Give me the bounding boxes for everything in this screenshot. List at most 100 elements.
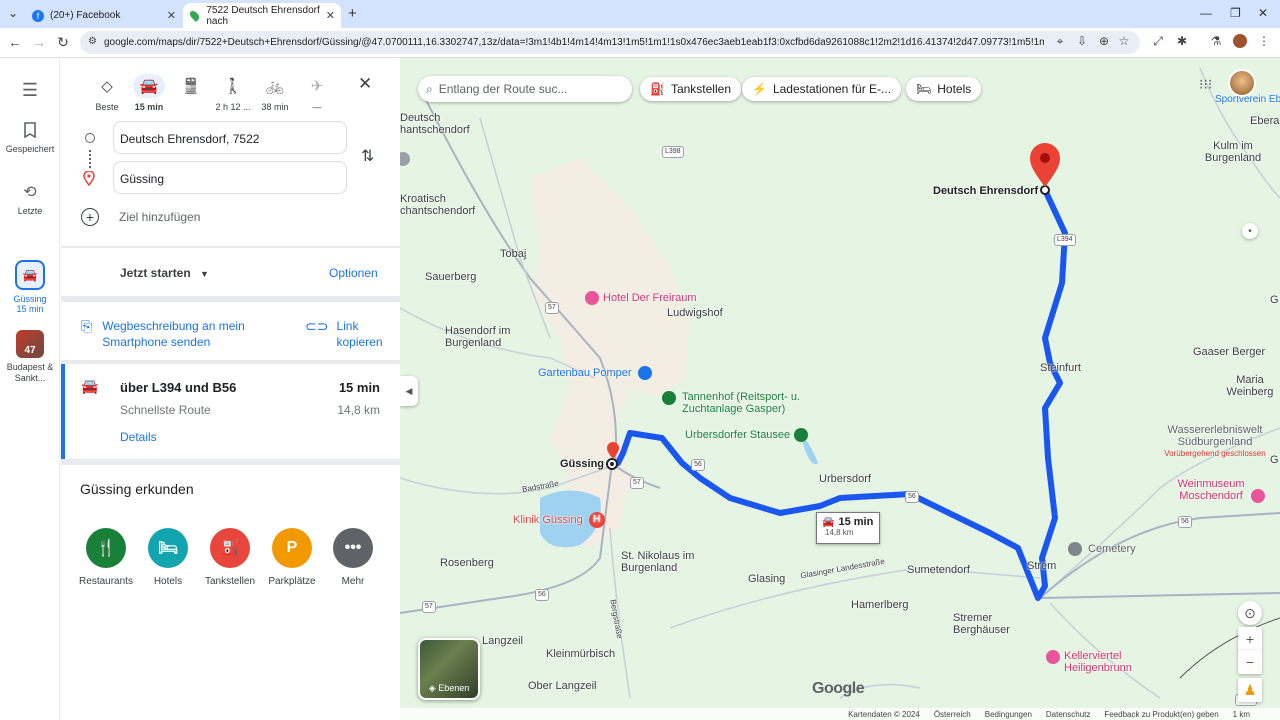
explore-parkplätze[interactable]: P Parkplätze [262, 528, 322, 587]
browser-tab-facebook[interactable]: f (20+) Facebook ✕ [24, 3, 182, 28]
chip-ev-charging[interactable]: ⚡ Ladestationen für E-... [742, 77, 902, 101]
reload-icon[interactable]: ↻ [54, 34, 72, 51]
recent-button[interactable]: ⟲ Letzte [0, 182, 60, 216]
travel-mode-diamond-route[interactable]: ◇ Beste [87, 74, 127, 112]
place-label[interactable]: Steinfurt [1040, 362, 1081, 374]
place-label[interactable]: Deutsch hantschendorf [400, 112, 475, 136]
destination-input[interactable]: Güssing [113, 161, 347, 194]
travel-mode-walk[interactable]: 🚶 2 h 12 ... [213, 74, 253, 112]
layers-button[interactable]: ◈ Ebenen [418, 638, 480, 700]
place-label[interactable]: Kulm im Burgenland [1198, 140, 1268, 164]
zoom-out-button[interactable]: − [1238, 650, 1262, 674]
place-label[interactable]: Stremer Berghäuser [953, 612, 1023, 636]
place-label[interactable]: Sumetendorf [907, 564, 970, 576]
feedback-link[interactable]: Feedback zu Produkt(en) geben [1104, 710, 1218, 719]
place-label[interactable]: Hamerlberg [851, 599, 908, 611]
place-label[interactable]: Maria Weinberg [1220, 374, 1280, 398]
options-link[interactable]: Optionen [329, 266, 378, 280]
install-icon[interactable]: ⇩ [1074, 34, 1090, 48]
travel-mode-transit[interactable]: 🚆 [171, 74, 211, 102]
chip-gas-stations[interactable]: ⛽ Tankstellen [640, 77, 741, 101]
map-canvas[interactable]: ⌕ Entlang der Route suc... ⛽ Tankstellen … [400, 58, 1280, 720]
location-icon[interactable]: ⌖ [1052, 34, 1068, 49]
zoom-in-button[interactable]: + [1238, 627, 1262, 651]
poi-kellerviertel[interactable]: Kellerviertel Heiligenbrunn [1046, 650, 1154, 674]
place-label[interactable]: G [1270, 454, 1279, 466]
poi-klinik[interactable]: Klinik Güssing H [513, 512, 605, 528]
country-link[interactable]: Österreich [934, 710, 971, 719]
poi-gartenbau[interactable]: Gartenbau Pomper [538, 366, 652, 380]
place-label[interactable]: Strem [1027, 560, 1056, 572]
place-label[interactable]: Güssing [560, 458, 604, 470]
saved-button[interactable]: Gespeichert [0, 122, 60, 154]
bookmark-star-icon[interactable]: ☆ [1116, 34, 1132, 48]
place-label[interactable]: Ludwigshof [667, 307, 723, 319]
poi-hotel[interactable]: Hotel Der Freiraum [585, 291, 697, 305]
back-icon[interactable]: ← [6, 34, 24, 50]
explore-restaurants[interactable]: 🍴 Restaurants [76, 528, 136, 587]
place-label[interactable]: Langzeil [482, 635, 523, 647]
pegman-icon[interactable]: ♟ [1238, 678, 1262, 702]
place-label[interactable]: Kleinmürbisch [546, 648, 615, 660]
travel-mode-flight[interactable]: ✈ — [297, 74, 337, 112]
destination-map-pin-icon[interactable] [1028, 142, 1062, 188]
tab-search-icon[interactable]: ⌄ [8, 6, 18, 20]
terms-link[interactable]: Bedingungen [985, 710, 1032, 719]
scale-bar[interactable]: 1 km [1233, 710, 1250, 719]
origin-input[interactable]: Deutsch Ehrensdorf, 7522 [113, 121, 347, 154]
place-label[interactable]: Ebera [1250, 115, 1279, 127]
swap-icon[interactable]: ⇅ [361, 146, 374, 166]
place-label[interactable]: Ober Langzeil [528, 680, 597, 692]
forward-icon[interactable]: → [30, 34, 48, 50]
browser-tab-maps[interactable]: 7522 Deutsch Ehrensdorf nach ✕ [183, 3, 341, 28]
restore-window-icon[interactable]: ❐ [1230, 6, 1241, 20]
place-label[interactable]: St. Nikolaus im Burgenland [621, 550, 721, 574]
recent-item-guessing[interactable]: 🚘 Güssing 15 min [0, 260, 60, 314]
extensions-icon[interactable]: ✱ [1174, 34, 1190, 48]
my-location-icon[interactable]: ⊙ [1238, 601, 1262, 625]
poi-pin-icon[interactable]: • [1242, 223, 1258, 239]
place-label[interactable]: Kroatisch chantschendorf [400, 193, 490, 217]
google-apps-icon[interactable]: ⁝⁝⁝ [1199, 76, 1212, 93]
route-details-link[interactable]: Details [120, 430, 157, 444]
travel-mode-bike[interactable]: 🚲 38 min [255, 74, 295, 112]
place-label[interactable]: Gaaser Berger [1193, 346, 1265, 358]
zoom-icon[interactable]: ⊕ [1096, 34, 1112, 48]
place-label[interactable]: Tobaj [500, 248, 526, 260]
chip-hotels[interactable]: 🛏 Hotels [906, 77, 982, 101]
address-bar[interactable]: ⚙ google.com/maps/dir/7522+Deutsch+Ehren… [80, 31, 1140, 54]
explore-hotels[interactable]: 🛏 Hotels [138, 528, 198, 587]
poi-cemetery[interactable]: Cemetery [1068, 542, 1136, 556]
poi-tannenhof[interactable]: Tannenhof (Reitsport- u. Zuchtanlage Gas… [662, 391, 812, 415]
depart-time-dropdown[interactable]: Jetzt starten ▼ [120, 266, 209, 280]
travel-mode-car[interactable]: 🚘 15 min [129, 74, 169, 112]
copy-link-button[interactable]: ⊂⊃ Link kopieren [305, 318, 386, 350]
explore-tankstellen[interactable]: ⛽ Tankstellen [200, 528, 260, 587]
profile-avatar[interactable] [1232, 34, 1248, 48]
browser-menu-icon[interactable]: ⋮ [1256, 34, 1272, 48]
place-label[interactable]: G [1270, 294, 1279, 306]
place-label[interactable]: Rosenberg [440, 557, 494, 569]
send-to-phone-button[interactable]: ⎘ Wegbeschreibung an mein Smartphone sen… [81, 318, 281, 350]
poi-wassererlebnis[interactable]: Wassererlebniswelt Südburgenland Vorüber… [1160, 424, 1270, 460]
place-label[interactable]: Urbersdorf [819, 473, 871, 485]
labs-icon[interactable]: ⚗ [1208, 34, 1224, 48]
site-settings-icon[interactable]: ⚙ [88, 36, 97, 47]
place-label[interactable]: Sauerberg [425, 271, 476, 283]
route-duration-bubble[interactable]: 🚘 15 min 14,8 km [816, 512, 880, 544]
route-card[interactable]: 🚘 über L394 und B56 15 min Schnellste Ro… [61, 364, 400, 459]
route-search-box[interactable]: ⌕ Entlang der Route suc... [418, 76, 632, 102]
close-tab-icon[interactable]: ✕ [326, 9, 335, 22]
close-tab-icon[interactable]: ✕ [167, 9, 176, 22]
menu-icon[interactable]: ☰ [0, 80, 60, 101]
add-destination-button[interactable]: + Ziel hinzufügen [81, 208, 200, 226]
trip-item[interactable]: 47 Budapest & Sankt... [0, 330, 60, 384]
poi-stausee[interactable]: Urbersdorfer Stausee [685, 428, 809, 442]
place-label[interactable]: Glasing [748, 573, 785, 585]
minimize-window-icon[interactable]: — [1200, 6, 1212, 20]
place-label[interactable]: Deutsch Ehrensdorf [933, 185, 1038, 197]
cast-icon[interactable]: ⤢ [1150, 34, 1166, 49]
privacy-link[interactable]: Datenschutz [1046, 710, 1090, 719]
poi-weinmuseum[interactable]: Weinmuseum Moschendorf [1175, 478, 1265, 504]
small-pin-icon[interactable] [606, 442, 620, 460]
